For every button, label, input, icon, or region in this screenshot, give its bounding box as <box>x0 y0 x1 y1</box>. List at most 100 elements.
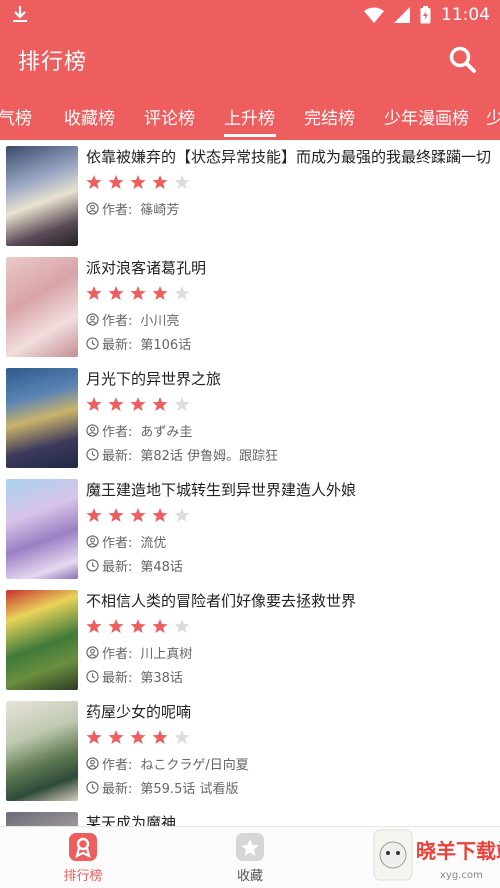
ranking-icon <box>69 833 97 861</box>
author-label: 作者: <box>102 424 133 440</box>
tab-shonen[interactable]: 少年漫画榜 <box>384 104 469 129</box>
active-tab-indicator <box>224 134 276 137</box>
status-bar: 11:04 <box>0 0 500 30</box>
author-row: 作者: 流优 <box>86 533 494 551</box>
latest-row: 最新: 第59.5话 试看版 <box>86 779 494 797</box>
star-filled-icon <box>86 730 102 744</box>
manga-title: 某天成为魔神 <box>86 814 177 826</box>
cover-image <box>6 701 78 801</box>
clock-icon <box>86 447 99 461</box>
list-item[interactable]: 不相信人类的冒险者们好像要去拯救世界 作者: 川上真树 最新: 第38话 <box>0 584 500 695</box>
author-label: 作者: <box>102 313 133 329</box>
tab-popularity[interactable]: 气榜 <box>0 104 32 129</box>
latest-row: 最新: 第38话 <box>86 668 494 686</box>
manga-title: 药屋少女的呢喃 <box>86 703 192 721</box>
manga-title: 不相信人类的冒险者们好像要去拯救世界 <box>86 592 357 610</box>
author-row: 作者: ねこクラゲ/日向夏 <box>86 755 494 773</box>
manga-title: 魔王建造地下城转生到异世界建造人外娘 <box>86 481 357 499</box>
star-filled-icon <box>86 508 102 522</box>
manga-title: 依靠被嫌弃的【状态异常技能】而成为最强的我最终蹂躏一切 <box>86 148 492 166</box>
list-item[interactable]: 魔王建造地下城转生到异世界建造人外娘 作者: 流优 最新: 第48话 <box>0 473 500 584</box>
favorites-icon <box>236 833 264 861</box>
star-filled-icon <box>152 619 168 633</box>
clock-icon <box>86 336 99 350</box>
battery-icon <box>420 6 431 24</box>
star-filled-icon <box>130 619 146 633</box>
list-item[interactable]: 依靠被嫌弃的【状态异常技能】而成为最强的我最终蹂躏一切 作者: 篠崎芳 <box>0 140 500 251</box>
latest-chapter: 第48话 <box>140 559 183 575</box>
rating-stars <box>86 396 494 414</box>
search-icon[interactable] <box>448 45 478 75</box>
user-icon <box>86 756 99 770</box>
user-icon <box>86 534 99 548</box>
manga-list[interactable]: 依靠被嫌弃的【状态异常技能】而成为最强的我最终蹂躏一切 作者: 篠崎芳 派对浪客… <box>0 140 500 826</box>
star-filled-icon <box>86 397 102 411</box>
tab-favorites[interactable]: 收藏榜 <box>64 104 115 129</box>
list-item[interactable]: 某天成为魔神 <box>0 806 500 826</box>
tab-completed[interactable]: 完结榜 <box>304 104 355 129</box>
rating-stars <box>86 618 494 636</box>
rating-stars <box>86 507 494 525</box>
author-row: 作者: 小川亮 <box>86 311 494 329</box>
tab-comments[interactable]: 评论榜 <box>144 104 195 129</box>
rating-stars <box>86 729 494 747</box>
latest-label: 最新: <box>102 670 133 686</box>
wifi-icon <box>364 7 384 23</box>
author-name: 流优 <box>140 535 167 551</box>
author-row: 作者: 篠崎芳 <box>86 200 494 218</box>
star-filled-icon <box>86 175 102 189</box>
cover-image <box>6 257 78 357</box>
tab-rising[interactable]: 上升榜 <box>224 104 275 129</box>
clock-icon <box>86 558 99 572</box>
user-icon <box>86 312 99 326</box>
nav-ranking[interactable]: 排行榜 <box>43 833 123 884</box>
status-time: 11:04 <box>441 5 490 25</box>
latest-label: 最新: <box>102 448 133 464</box>
star-filled-icon <box>152 286 168 300</box>
watermark-text: 晓羊下载站 <box>416 839 500 863</box>
author-row: 作者: あずみ圭 <box>86 422 494 440</box>
latest-label: 最新: <box>102 559 133 575</box>
star-filled-icon <box>130 175 146 189</box>
clock-icon <box>86 669 99 683</box>
author-name: ねこクラゲ/日向夏 <box>140 757 249 773</box>
star-empty-icon <box>174 619 190 633</box>
star-empty-icon <box>174 175 190 189</box>
list-item[interactable]: 派对浪客诸葛孔明 作者: 小川亮 最新: 第106话 <box>0 251 500 362</box>
app-bar: 排行榜 <box>0 30 500 90</box>
star-empty-icon <box>174 730 190 744</box>
user-icon <box>86 201 99 215</box>
download-icon <box>13 6 27 22</box>
ranking-tabs: 气榜 收藏榜 评论榜 上升榜 完结榜 少年漫画榜 少 <box>0 90 500 140</box>
star-filled-icon <box>130 730 146 744</box>
author-row: 作者: 川上真树 <box>86 644 494 662</box>
author-label: 作者: <box>102 535 133 551</box>
list-item[interactable]: 药屋少女的呢喃 作者: ねこクラゲ/日向夏 最新: 第59.5话 试看版 <box>0 695 500 806</box>
nav-favorites-label: 收藏 <box>236 869 263 884</box>
cover-image <box>6 368 78 468</box>
cover-image <box>6 590 78 690</box>
cover-image <box>6 146 78 246</box>
cover-image <box>6 479 78 579</box>
nav-favorites[interactable]: 收藏 <box>210 833 290 884</box>
star-filled-icon <box>108 730 124 744</box>
manga-title: 派对浪客诸葛孔明 <box>86 259 207 277</box>
star-filled-icon <box>108 397 124 411</box>
page-title: 排行榜 <box>18 50 88 75</box>
star-filled-icon <box>108 175 124 189</box>
star-filled-icon <box>108 619 124 633</box>
star-empty-icon <box>174 286 190 300</box>
latest-label: 最新: <box>102 337 133 353</box>
author-name: 小川亮 <box>140 313 180 329</box>
author-name: あずみ圭 <box>140 424 193 440</box>
star-filled-icon <box>152 730 168 744</box>
star-filled-icon <box>130 286 146 300</box>
nav-ranking-label: 排行榜 <box>63 869 103 884</box>
star-filled-icon <box>152 175 168 189</box>
star-empty-icon <box>174 508 190 522</box>
rating-stars <box>86 174 494 192</box>
latest-chapter: 第59.5话 试看版 <box>140 781 239 797</box>
tab-next[interactable]: 少 <box>486 104 500 129</box>
list-item[interactable]: 月光下的异世界之旅 作者: あずみ圭 最新: 第82话 伊鲁姆。跟踪狂 <box>0 362 500 473</box>
clock-icon <box>86 780 99 794</box>
